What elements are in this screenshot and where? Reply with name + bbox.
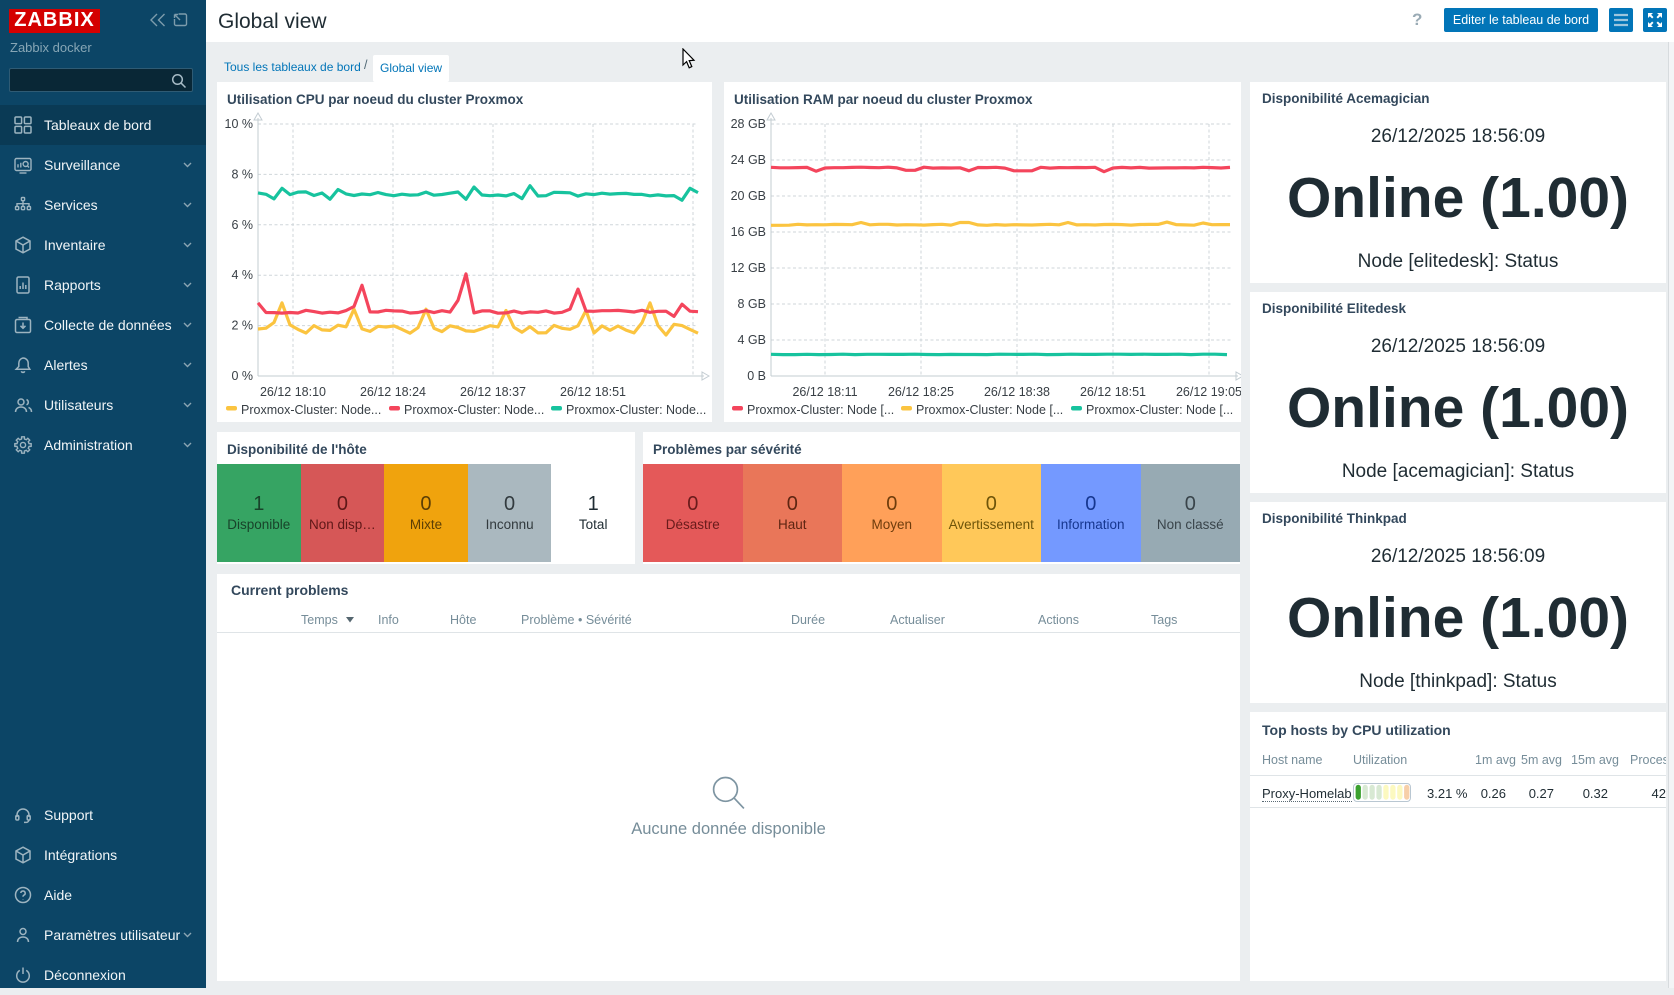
svg-text:Proxmox-Cluster: Node [...: Proxmox-Cluster: Node [... <box>916 403 1063 417</box>
svg-text:10 %: 10 % <box>225 117 254 131</box>
svg-text:Proxmox-Cluster: Node [...: Proxmox-Cluster: Node [... <box>1086 403 1233 417</box>
svg-text:2 %: 2 % <box>231 319 253 333</box>
svg-text:8 GB: 8 GB <box>738 297 767 311</box>
svg-text:Proxmox-Cluster: Node...: Proxmox-Cluster: Node... <box>566 403 706 417</box>
svg-text:26/12 18:11: 26/12 18:11 <box>792 385 857 399</box>
svg-text:Proxmox-Cluster: Node...: Proxmox-Cluster: Node... <box>404 403 544 417</box>
svg-text:26/12 18:10: 26/12 18:10 <box>260 385 326 399</box>
svg-text:26/12 18:51: 26/12 18:51 <box>560 385 626 399</box>
svg-text:24 GB: 24 GB <box>731 153 766 167</box>
svg-text:4 %: 4 % <box>231 268 253 282</box>
svg-text:4 GB: 4 GB <box>738 333 767 347</box>
svg-text:26/12 18:25: 26/12 18:25 <box>888 385 954 399</box>
svg-text:12 GB: 12 GB <box>731 261 766 275</box>
svg-text:16 GB: 16 GB <box>731 225 766 239</box>
svg-text:26/12 18:38: 26/12 18:38 <box>984 385 1050 399</box>
svg-text:26/12 18:24: 26/12 18:24 <box>360 385 426 399</box>
svg-text:Proxmox-Cluster: Node [...: Proxmox-Cluster: Node [... <box>747 403 894 417</box>
svg-text:6 %: 6 % <box>231 218 253 232</box>
svg-text:28 GB: 28 GB <box>731 117 766 131</box>
svg-text:0 %: 0 % <box>231 369 253 383</box>
svg-text:8 %: 8 % <box>231 167 253 181</box>
svg-text:26/12 19:05: 26/12 19:05 <box>1176 385 1241 399</box>
svg-text:0 B: 0 B <box>747 369 766 383</box>
svg-text:20 GB: 20 GB <box>731 189 766 203</box>
svg-text:26/12 18:51: 26/12 18:51 <box>1080 385 1146 399</box>
svg-text:Proxmox-Cluster: Node...: Proxmox-Cluster: Node... <box>241 403 381 417</box>
svg-text:26/12 18:37: 26/12 18:37 <box>460 385 526 399</box>
